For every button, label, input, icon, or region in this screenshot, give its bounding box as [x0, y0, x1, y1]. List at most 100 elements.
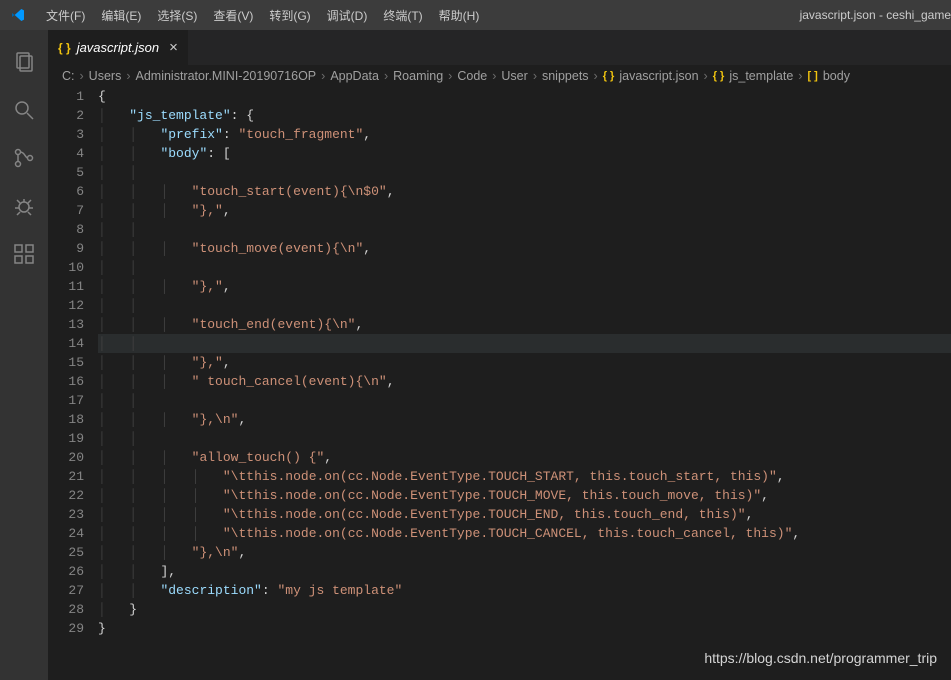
breadcrumb-item[interactable]: Administrator.MINI-20190716OP — [136, 69, 317, 83]
menu-terminal[interactable]: 终端(T) — [375, 7, 430, 24]
chevron-right-icon: › — [702, 69, 710, 83]
code-line[interactable]: │ │ │ "},\n", — [98, 543, 951, 562]
editor-tabs: { } javascript.json × — [48, 30, 951, 65]
code-line[interactable]: │ │ "prefix": "touch_fragment", — [98, 125, 951, 144]
line-number: 12 — [48, 296, 84, 315]
menu-view[interactable]: 查看(V) — [205, 7, 261, 24]
code-line[interactable]: │ │ │ │ "\tthis.node.on(cc.Node.EventTyp… — [98, 505, 951, 524]
code-line[interactable]: │ │ │ │ "\tthis.node.on(cc.Node.EventTyp… — [98, 524, 951, 543]
vscode-logo-icon — [10, 7, 26, 23]
line-number: 2 — [48, 106, 84, 125]
code-line[interactable]: │ │ │ "touch_start(event){\n$0", — [98, 182, 951, 201]
breadcrumb-item[interactable]: User — [501, 69, 527, 83]
debug-icon[interactable] — [0, 182, 48, 230]
line-number: 18 — [48, 410, 84, 429]
line-number: 21 — [48, 467, 84, 486]
menubar: 文件(F) 编辑(E) 选择(S) 查看(V) 转到(G) 调试(D) 终端(T… — [0, 0, 951, 30]
code-line[interactable]: │ │ │ "},\n", — [98, 410, 951, 429]
line-number: 16 — [48, 372, 84, 391]
breadcrumb-item[interactable]: Users — [89, 69, 122, 83]
line-number: 17 — [48, 391, 84, 410]
tab-javascript-json[interactable]: { } javascript.json × — [48, 30, 189, 65]
line-number: 28 — [48, 600, 84, 619]
menu-help[interactable]: 帮助(H) — [431, 7, 488, 24]
editor-area: { } javascript.json × C:›Users›Administr… — [48, 30, 951, 680]
code-line[interactable]: │ │ │ "},", — [98, 201, 951, 220]
code-line[interactable]: │ │ │ "touch_end(event){\n", — [98, 315, 951, 334]
menu-file[interactable]: 文件(F) — [38, 7, 93, 24]
code-line[interactable]: │ │ │ "touch_move(event){\n", — [98, 239, 951, 258]
breadcrumb-item[interactable]: Code — [457, 69, 487, 83]
code-line[interactable]: │ │ │ │ "\tthis.node.on(cc.Node.EventTyp… — [98, 467, 951, 486]
breadcrumb-item[interactable]: snippets — [542, 69, 589, 83]
code-content[interactable]: {│ "js_template": {│ │ "prefix": "touch_… — [98, 87, 951, 680]
search-icon[interactable] — [0, 86, 48, 134]
line-number: 26 — [48, 562, 84, 581]
code-line[interactable]: │ │ — [98, 258, 951, 277]
menu-select[interactable]: 选择(S) — [149, 7, 205, 24]
code-line[interactable]: │ "js_template": { — [98, 106, 951, 125]
chevron-right-icon: › — [382, 69, 390, 83]
line-number: 10 — [48, 258, 84, 277]
code-line[interactable]: │ │ — [98, 163, 951, 182]
line-number: 15 — [48, 353, 84, 372]
line-number: 6 — [48, 182, 84, 201]
breadcrumb-icon: { } — [603, 70, 615, 82]
code-line[interactable]: │ } — [98, 600, 951, 619]
code-line[interactable]: │ │ "body": [ — [98, 144, 951, 163]
line-number: 9 — [48, 239, 84, 258]
watermark: https://blog.csdn.net/programmer_trip — [704, 650, 937, 666]
line-number: 23 — [48, 505, 84, 524]
menu-debug[interactable]: 调试(D) — [319, 7, 376, 24]
menu-edit[interactable]: 编辑(E) — [93, 7, 149, 24]
code-line[interactable]: │ │ "description": "my js template" — [98, 581, 951, 600]
code-line[interactable]: │ │ │ │ "\tthis.node.on(cc.Node.EventTyp… — [98, 486, 951, 505]
line-number: 14 — [48, 334, 84, 353]
code-editor[interactable]: 1234567891011121314151617181920212223242… — [48, 87, 951, 680]
code-line[interactable]: │ │ │ " touch_cancel(event){\n", — [98, 372, 951, 391]
breadcrumb-item[interactable]: Roaming — [393, 69, 443, 83]
activity-bar — [0, 30, 48, 680]
code-line[interactable]: │ │ │ "allow_touch() {", — [98, 448, 951, 467]
code-line[interactable]: │ │ │ "},", — [98, 277, 951, 296]
code-line[interactable]: { — [98, 87, 951, 106]
code-line[interactable]: │ │ — [98, 429, 951, 448]
explorer-icon[interactable] — [0, 38, 48, 86]
line-number: 5 — [48, 163, 84, 182]
line-number: 25 — [48, 543, 84, 562]
line-number: 19 — [48, 429, 84, 448]
chevron-right-icon: › — [446, 69, 454, 83]
code-line[interactable]: │ │ ], — [98, 562, 951, 581]
close-icon[interactable]: × — [169, 39, 178, 56]
code-line[interactable]: │ │ │ "},", — [98, 353, 951, 372]
tab-label: javascript.json — [77, 40, 159, 55]
breadcrumb-icon: [ ] — [807, 70, 817, 82]
line-number: 4 — [48, 144, 84, 163]
line-number: 7 — [48, 201, 84, 220]
code-line[interactable]: │ │ — [98, 296, 951, 315]
code-line[interactable]: │ │ — [98, 334, 951, 353]
line-number-gutter: 1234567891011121314151617181920212223242… — [48, 87, 98, 680]
code-line[interactable]: │ │ — [98, 220, 951, 239]
breadcrumbs[interactable]: C:›Users›Administrator.MINI-20190716OP›A… — [48, 65, 951, 87]
breadcrumb-item[interactable]: AppData — [330, 69, 379, 83]
extensions-icon[interactable] — [0, 230, 48, 278]
line-number: 27 — [48, 581, 84, 600]
line-number: 1 — [48, 87, 84, 106]
line-number: 3 — [48, 125, 84, 144]
menu-goto[interactable]: 转到(G) — [261, 7, 318, 24]
chevron-right-icon: › — [78, 69, 86, 83]
breadcrumb-item[interactable]: javascript.json — [619, 69, 698, 83]
line-number: 22 — [48, 486, 84, 505]
breadcrumb-item[interactable]: body — [823, 69, 850, 83]
chevron-right-icon: › — [796, 69, 804, 83]
line-number: 11 — [48, 277, 84, 296]
chevron-right-icon: › — [124, 69, 132, 83]
breadcrumb-item[interactable]: js_template — [729, 69, 793, 83]
line-number: 24 — [48, 524, 84, 543]
breadcrumb-icon: { } — [713, 70, 725, 82]
source-control-icon[interactable] — [0, 134, 48, 182]
breadcrumb-item[interactable]: C: — [62, 69, 75, 83]
code-line[interactable]: │ │ — [98, 391, 951, 410]
code-line[interactable]: } — [98, 619, 951, 638]
